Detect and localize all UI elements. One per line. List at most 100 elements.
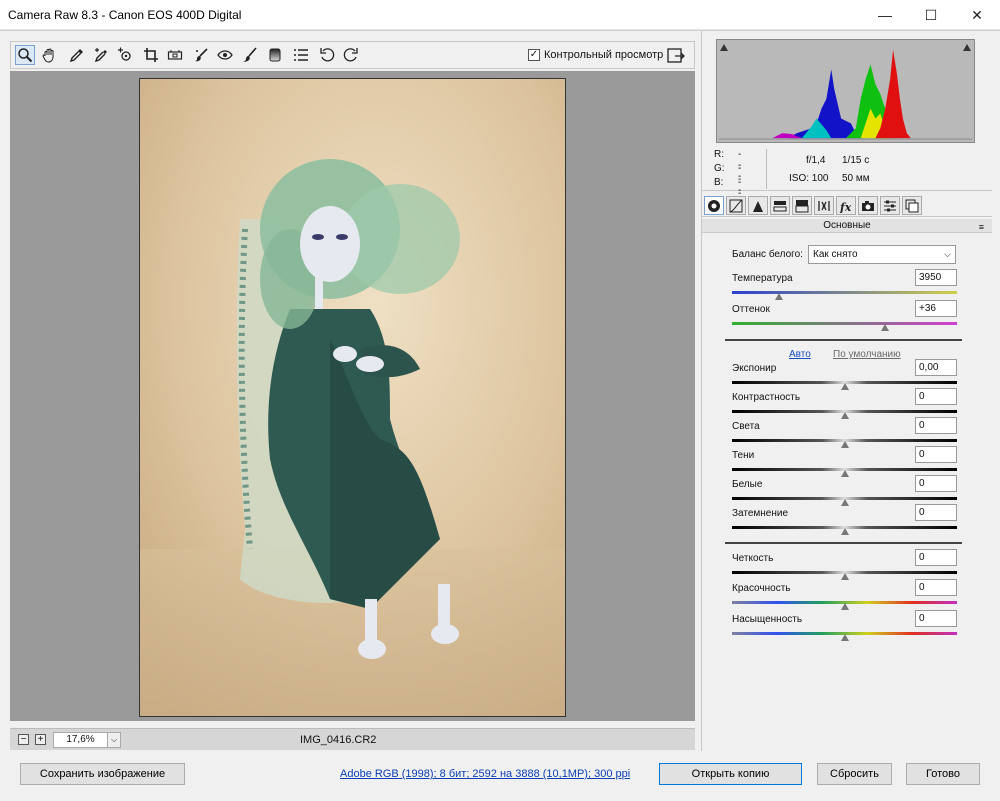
brush-icon bbox=[243, 47, 257, 62]
sliders-icon bbox=[884, 200, 896, 211]
shadow-clipping-icon[interactable] bbox=[719, 42, 729, 52]
tab-camera-calibration[interactable] bbox=[858, 196, 878, 215]
zoom-tool[interactable] bbox=[15, 45, 35, 65]
doll-photo bbox=[140, 79, 565, 716]
hand-tool[interactable] bbox=[39, 45, 59, 65]
workflow-options-link[interactable]: Adobe RGB (1998); 8 бит; 2592 на 3888 (1… bbox=[340, 768, 630, 780]
tab-effects[interactable]: fx bbox=[836, 196, 856, 215]
shadows-value-field[interactable]: 0 bbox=[915, 446, 957, 463]
tab-presets[interactable] bbox=[880, 196, 900, 215]
exposure-slider-thumb[interactable] bbox=[840, 383, 849, 390]
highlights-label: Света bbox=[732, 421, 760, 432]
straighten-tool[interactable] bbox=[165, 45, 185, 65]
adjustment-panel: R:--- G:--- B:--- f/1,4 1/15 с ISO: 100 … bbox=[701, 31, 992, 751]
brush-heal-icon bbox=[195, 48, 208, 62]
shadows-slider-thumb[interactable] bbox=[840, 470, 849, 477]
exposure-value-field[interactable]: 0,00 bbox=[915, 359, 957, 376]
saturation-value-field[interactable]: 0 bbox=[915, 610, 957, 627]
save-image-button[interactable]: Сохранить изображение bbox=[20, 763, 185, 785]
tab-split-toning[interactable] bbox=[792, 196, 812, 215]
zoom-out-button[interactable]: − bbox=[18, 734, 29, 745]
white-balance-select[interactable]: Как снято ⌵ bbox=[808, 245, 956, 264]
done-button[interactable]: Готово bbox=[906, 763, 980, 785]
rotate-cw-icon bbox=[343, 48, 358, 62]
list-icon bbox=[294, 49, 308, 61]
b-label: B: bbox=[714, 177, 724, 188]
spot-removal-tool[interactable] bbox=[191, 45, 211, 65]
minimize-button[interactable]: — bbox=[862, 0, 908, 30]
tab-hsl[interactable] bbox=[770, 196, 790, 215]
highlights-slider-thumb[interactable] bbox=[840, 441, 849, 448]
tint-value-field[interactable]: +36 bbox=[915, 300, 957, 317]
eyedropper-icon bbox=[69, 49, 83, 63]
clarity-value-field[interactable]: 0 bbox=[915, 549, 957, 566]
aperture-icon bbox=[708, 199, 720, 212]
tab-basic[interactable] bbox=[704, 196, 724, 215]
tools-toolbar: ✓ Контрольный просмотр bbox=[10, 41, 695, 69]
hsl-icon bbox=[773, 200, 787, 211]
vibrance-value-field[interactable]: 0 bbox=[915, 579, 957, 596]
r-label: R: bbox=[714, 149, 724, 160]
tint-slider-thumb[interactable] bbox=[881, 324, 889, 331]
tab-tone-curve[interactable] bbox=[726, 196, 746, 215]
preview-checkbox-box[interactable]: ✓ bbox=[528, 49, 540, 61]
color-sampler-tool[interactable] bbox=[91, 45, 111, 65]
file-name: IMG_0416.CR2 bbox=[300, 734, 377, 746]
auto-link[interactable]: Авто bbox=[789, 349, 811, 360]
camera-icon bbox=[862, 200, 874, 211]
contrast-slider-thumb[interactable] bbox=[840, 412, 849, 419]
adjustment-brush-tool[interactable] bbox=[239, 45, 259, 65]
preview-checkbox-label: Контрольный просмотр bbox=[544, 49, 664, 61]
temperature-slider-track[interactable] bbox=[732, 291, 957, 294]
temperature-slider-thumb[interactable] bbox=[775, 293, 784, 300]
hand-icon bbox=[42, 48, 54, 63]
whites-slider-thumb[interactable] bbox=[840, 499, 849, 506]
zoom-status-bar: − + 17,6% ⌵ IMG_0416.CR2 bbox=[10, 728, 695, 750]
whites-label: Белые bbox=[732, 479, 763, 490]
vibrance-slider-thumb[interactable] bbox=[840, 603, 849, 610]
section-menu-icon[interactable]: ≡ bbox=[979, 221, 984, 234]
graduated-filter-tool[interactable] bbox=[265, 45, 285, 65]
fx-icon: fx bbox=[839, 201, 852, 213]
panel-tabs: fx bbox=[702, 193, 992, 217]
highlight-clipping-icon[interactable] bbox=[962, 42, 972, 52]
zoom-dropdown[interactable]: ⌵ bbox=[107, 732, 121, 748]
eyedropper-plus-icon bbox=[94, 48, 107, 63]
maximize-button[interactable]: ☐ bbox=[908, 0, 954, 30]
rotate-right-tool[interactable] bbox=[341, 45, 361, 65]
red-eye-tool[interactable] bbox=[215, 45, 235, 65]
zoom-level-field[interactable]: 17,6% bbox=[53, 732, 108, 748]
contrast-value-field[interactable]: 0 bbox=[915, 388, 957, 405]
blacks-value-field[interactable]: 0 bbox=[915, 504, 957, 521]
histogram bbox=[716, 39, 975, 143]
open-copy-button[interactable]: Открыть копию bbox=[659, 763, 802, 785]
tab-detail[interactable] bbox=[748, 196, 768, 215]
g-label: G: bbox=[714, 163, 725, 174]
iso: ISO: 100 bbox=[789, 173, 829, 184]
white-balance-value: Как снято bbox=[813, 249, 858, 260]
lens-icon bbox=[818, 200, 830, 211]
histogram-graph bbox=[718, 49, 973, 140]
zoom-in-button[interactable]: + bbox=[35, 734, 46, 745]
fullscreen-toggle[interactable] bbox=[666, 46, 686, 66]
reset-button[interactable]: Сбросить bbox=[817, 763, 892, 785]
preview-checkbox[interactable]: ✓ Контрольный просмотр bbox=[528, 49, 663, 61]
tab-lens-corrections[interactable] bbox=[814, 196, 834, 215]
image-preview-area[interactable] bbox=[10, 71, 695, 721]
saturation-slider-thumb[interactable] bbox=[840, 634, 849, 641]
clarity-slider-thumb[interactable] bbox=[840, 573, 849, 580]
tab-snapshots[interactable] bbox=[902, 196, 922, 215]
white-balance-tool[interactable] bbox=[67, 45, 87, 65]
whites-value-field[interactable]: 0 bbox=[915, 475, 957, 492]
highlights-value-field[interactable]: 0 bbox=[915, 417, 957, 434]
rotate-ccw-icon bbox=[320, 48, 335, 62]
blacks-slider-thumb[interactable] bbox=[840, 528, 849, 535]
default-link[interactable]: По умолчанию bbox=[833, 349, 901, 360]
tint-slider-track[interactable] bbox=[732, 322, 957, 325]
close-button[interactable]: ✕ bbox=[954, 0, 1000, 30]
temperature-value-field[interactable]: 3950 bbox=[915, 269, 957, 286]
targeted-adjustment-tool[interactable] bbox=[115, 45, 135, 65]
rotate-left-tool[interactable] bbox=[317, 45, 337, 65]
crop-tool[interactable] bbox=[141, 45, 161, 65]
radial-filter-tool[interactable] bbox=[291, 45, 311, 65]
